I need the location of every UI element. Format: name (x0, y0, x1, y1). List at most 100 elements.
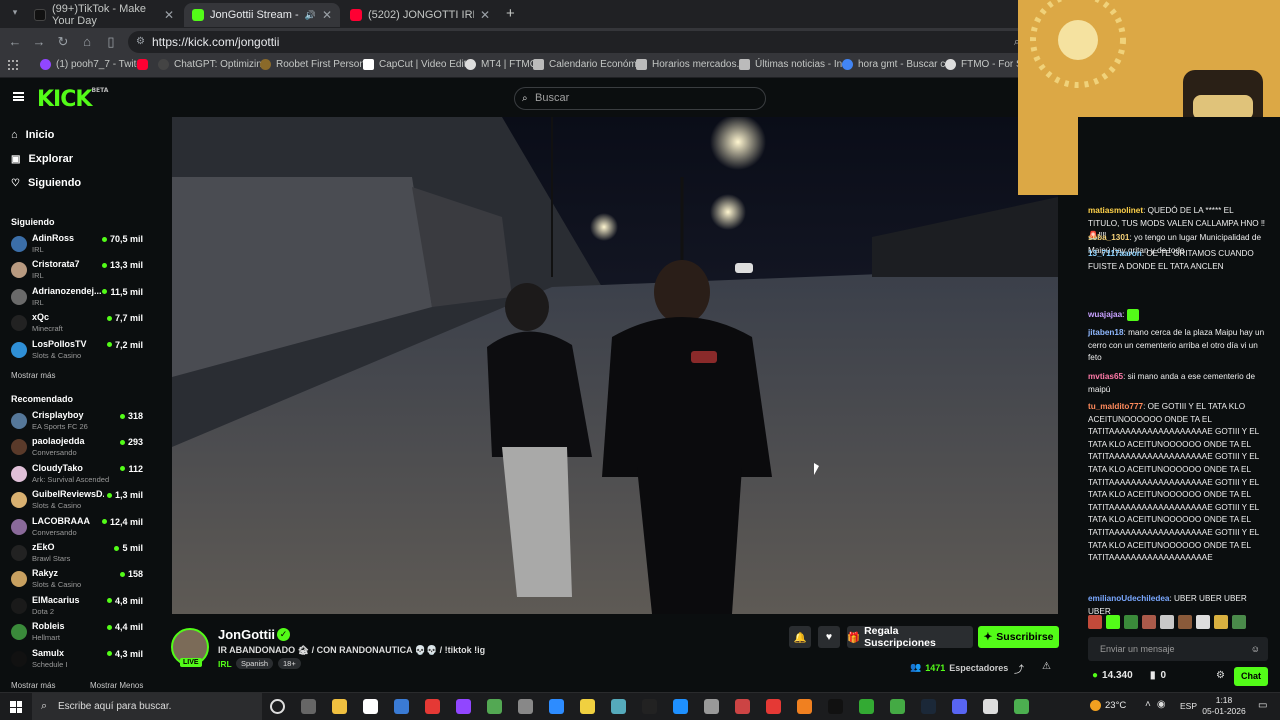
reload-icon[interactable]: ↻ (54, 33, 72, 51)
taskbar-app-icon[interactable] (580, 699, 595, 714)
chat-username[interactable]: matiasmolinet (1088, 206, 1143, 215)
chat-username[interactable]: wuajajaa (1088, 310, 1122, 319)
category-link[interactable]: IRL (218, 659, 232, 669)
taskbar-app-icon[interactable] (394, 699, 409, 714)
sidepanel-icon[interactable]: ▯ (102, 33, 120, 51)
following-channel[interactable]: Adrianozendej... IRL 11,5 mil (11, 285, 145, 311)
chat-username[interactable]: jitaben18 (1088, 328, 1124, 337)
following-channel[interactable]: Cristorata7 IRL 13,3 mil (11, 258, 145, 284)
tab-youtube[interactable]: (5202) JONGOTTI IRL CEMENT ✕ (342, 3, 498, 27)
bookmark-twitch[interactable]: (1) pooh7_7 - Twitch (40, 59, 147, 70)
bookmark-noticias[interactable]: Últimas noticias - In... (739, 59, 851, 70)
emote-icon[interactable] (1142, 615, 1156, 629)
chevron-up-icon[interactable]: ˄ (1145, 699, 1151, 710)
recommended-channel[interactable]: paolaojedda Conversando 293 (11, 435, 145, 461)
close-tab-icon[interactable]: ✕ (480, 8, 490, 22)
recommended-channel[interactable]: Samulx Schedule I 4,3 mil (11, 647, 145, 673)
bookmark-calendario[interactable]: Calendario Económ... (533, 59, 645, 70)
recommended-channel[interactable]: LACOBRAAA Conversando 12,4 mil (11, 515, 145, 541)
taskbar-app-icon[interactable] (518, 699, 533, 714)
show-more-recommended[interactable]: Mostrar más (11, 681, 55, 690)
chat-username[interactable]: emilianoUdechiledea (1088, 594, 1169, 603)
tab-kick[interactable]: JonGottii Stream - Watch L 🔊 ✕ (184, 3, 340, 27)
taskbar-app-icon[interactable] (332, 699, 347, 714)
taskbar-app-icon[interactable] (828, 699, 843, 714)
taskbar-app-icon[interactable] (270, 699, 285, 714)
close-tab-icon[interactable]: ✕ (322, 8, 332, 22)
site-info-icon[interactable]: ⚙ (136, 31, 145, 53)
chat-username[interactable]: tu_maldito777 (1088, 402, 1143, 411)
close-tab-icon[interactable]: ✕ (164, 8, 174, 22)
wallet-display[interactable]: ▮ 0 (1150, 670, 1166, 681)
bookmark-horarios[interactable]: Horarios mercados... (636, 59, 745, 70)
taskbar-app-icon[interactable] (673, 699, 688, 714)
tab-tiktok[interactable]: (99+)TikTok - Make Your Day ✕ (26, 3, 182, 27)
recommended-channel[interactable]: Robleis Hellmart 4,4 mil (11, 620, 145, 646)
network-icon[interactable]: ◉ (1157, 699, 1166, 710)
bookmark-mt4[interactable]: MT4 | FTMO (465, 59, 537, 70)
taskbar-app-icon[interactable] (983, 699, 998, 714)
taskbar-app-icon[interactable] (425, 699, 440, 714)
taskbar-app-icon[interactable] (735, 699, 750, 714)
video-player[interactable] (172, 117, 1058, 614)
show-less-recommended[interactable]: Mostrar Menos (90, 681, 143, 690)
emote-icon[interactable] (1106, 615, 1120, 629)
home-icon[interactable]: ⌂ (78, 33, 96, 51)
recommended-channel[interactable]: CloudyTako Ark: Survival Ascended 112 (11, 462, 145, 488)
emote-icon[interactable] (1178, 615, 1192, 629)
bookmark-roobet[interactable]: Roobet First Person... (260, 59, 373, 70)
show-more-following[interactable]: Mostrar más (11, 371, 55, 380)
taskbar-app-icon[interactable] (890, 699, 905, 714)
windows-start-icon[interactable] (10, 701, 22, 713)
channel-name[interactable]: JonGottii (218, 627, 275, 642)
emote-icon[interactable] (1124, 615, 1138, 629)
nav-inicio[interactable]: ⌂ Inicio (11, 129, 54, 141)
emote-icon[interactable] (1196, 615, 1210, 629)
forward-icon[interactable]: → (30, 33, 48, 51)
taskbar-app-icon[interactable] (487, 699, 502, 714)
following-channel[interactable]: xQc Minecraft 7,7 mil (11, 311, 145, 337)
taskbar-app-icon[interactable] (642, 699, 657, 714)
emote-icon[interactable] (1214, 615, 1228, 629)
apps-icon[interactable] (8, 60, 18, 70)
recommended-channel[interactable]: GuibelReviewsD... Slots & Casino 1,3 mil (11, 488, 145, 514)
chat-username[interactable]: seba_1301 (1088, 233, 1129, 242)
points-display[interactable]: ● 14.340 (1092, 670, 1133, 681)
bookmark-capcut[interactable]: CapCut | Video Edit... (363, 59, 475, 70)
emote-icon[interactable] (1088, 615, 1102, 629)
bookmark-google[interactable]: hora gmt - Buscar c... (842, 59, 954, 70)
following-channel[interactable]: AdinRoss IRL 70,5 mil (11, 232, 145, 258)
subscribe-button[interactable]: ✦ Suscribirse (978, 626, 1059, 648)
emote-icon[interactable] (1160, 615, 1174, 629)
taskbar-app-icon[interactable] (921, 699, 936, 714)
tab-search-icon[interactable]: ▾ (8, 7, 22, 21)
taskbar-app-icon[interactable] (611, 699, 626, 714)
nav-explorar[interactable]: ▣ Explorar (11, 153, 73, 165)
share-icon[interactable]: ⤴ (1014, 661, 1024, 676)
chat-send-button[interactable]: Chat (1234, 667, 1268, 686)
weather-widget[interactable]: 23°C (1090, 700, 1126, 711)
search-input[interactable]: ⌕ Buscar (514, 87, 766, 110)
taskbar-search[interactable]: ⌕ Escribe aquí para buscar. (32, 693, 262, 720)
menu-icon[interactable] (13, 92, 24, 101)
emoji-icon[interactable]: ☺ (1251, 637, 1260, 661)
taskbar-app-icon[interactable] (859, 699, 874, 714)
notifications-button[interactable]: 🔔 (789, 626, 811, 648)
report-icon[interactable]: ⚠ (1042, 661, 1051, 672)
tag-age[interactable]: 18+ (278, 658, 301, 669)
recommended-channel[interactable]: Rakyz Slots & Casino 158 (11, 567, 145, 593)
bookmark-chatgpt[interactable]: ChatGPT: Optimizin... (158, 59, 270, 70)
taskbar-app-icon[interactable] (797, 699, 812, 714)
chat-input[interactable]: Enviar un mensaje ☺ (1088, 637, 1268, 661)
tag-language[interactable]: Spanish (236, 658, 274, 669)
chat-username[interactable]: mvtias65 (1088, 372, 1123, 381)
clock[interactable]: 1:18 05-01-2026 (1200, 695, 1248, 717)
follow-button[interactable]: ♥ (818, 626, 840, 648)
taskbar-app-icon[interactable] (549, 699, 564, 714)
notifications-icon[interactable]: ▭ (1258, 700, 1267, 711)
taskbar-app-icon[interactable] (456, 699, 471, 714)
speaker-icon[interactable]: 🔊 (305, 10, 316, 21)
chat-settings-icon[interactable]: ⚙ (1216, 670, 1225, 681)
nav-siguiendo[interactable]: ♡ Siguiendo (11, 177, 81, 189)
kick-logo[interactable]: KICKBETA (37, 87, 108, 112)
